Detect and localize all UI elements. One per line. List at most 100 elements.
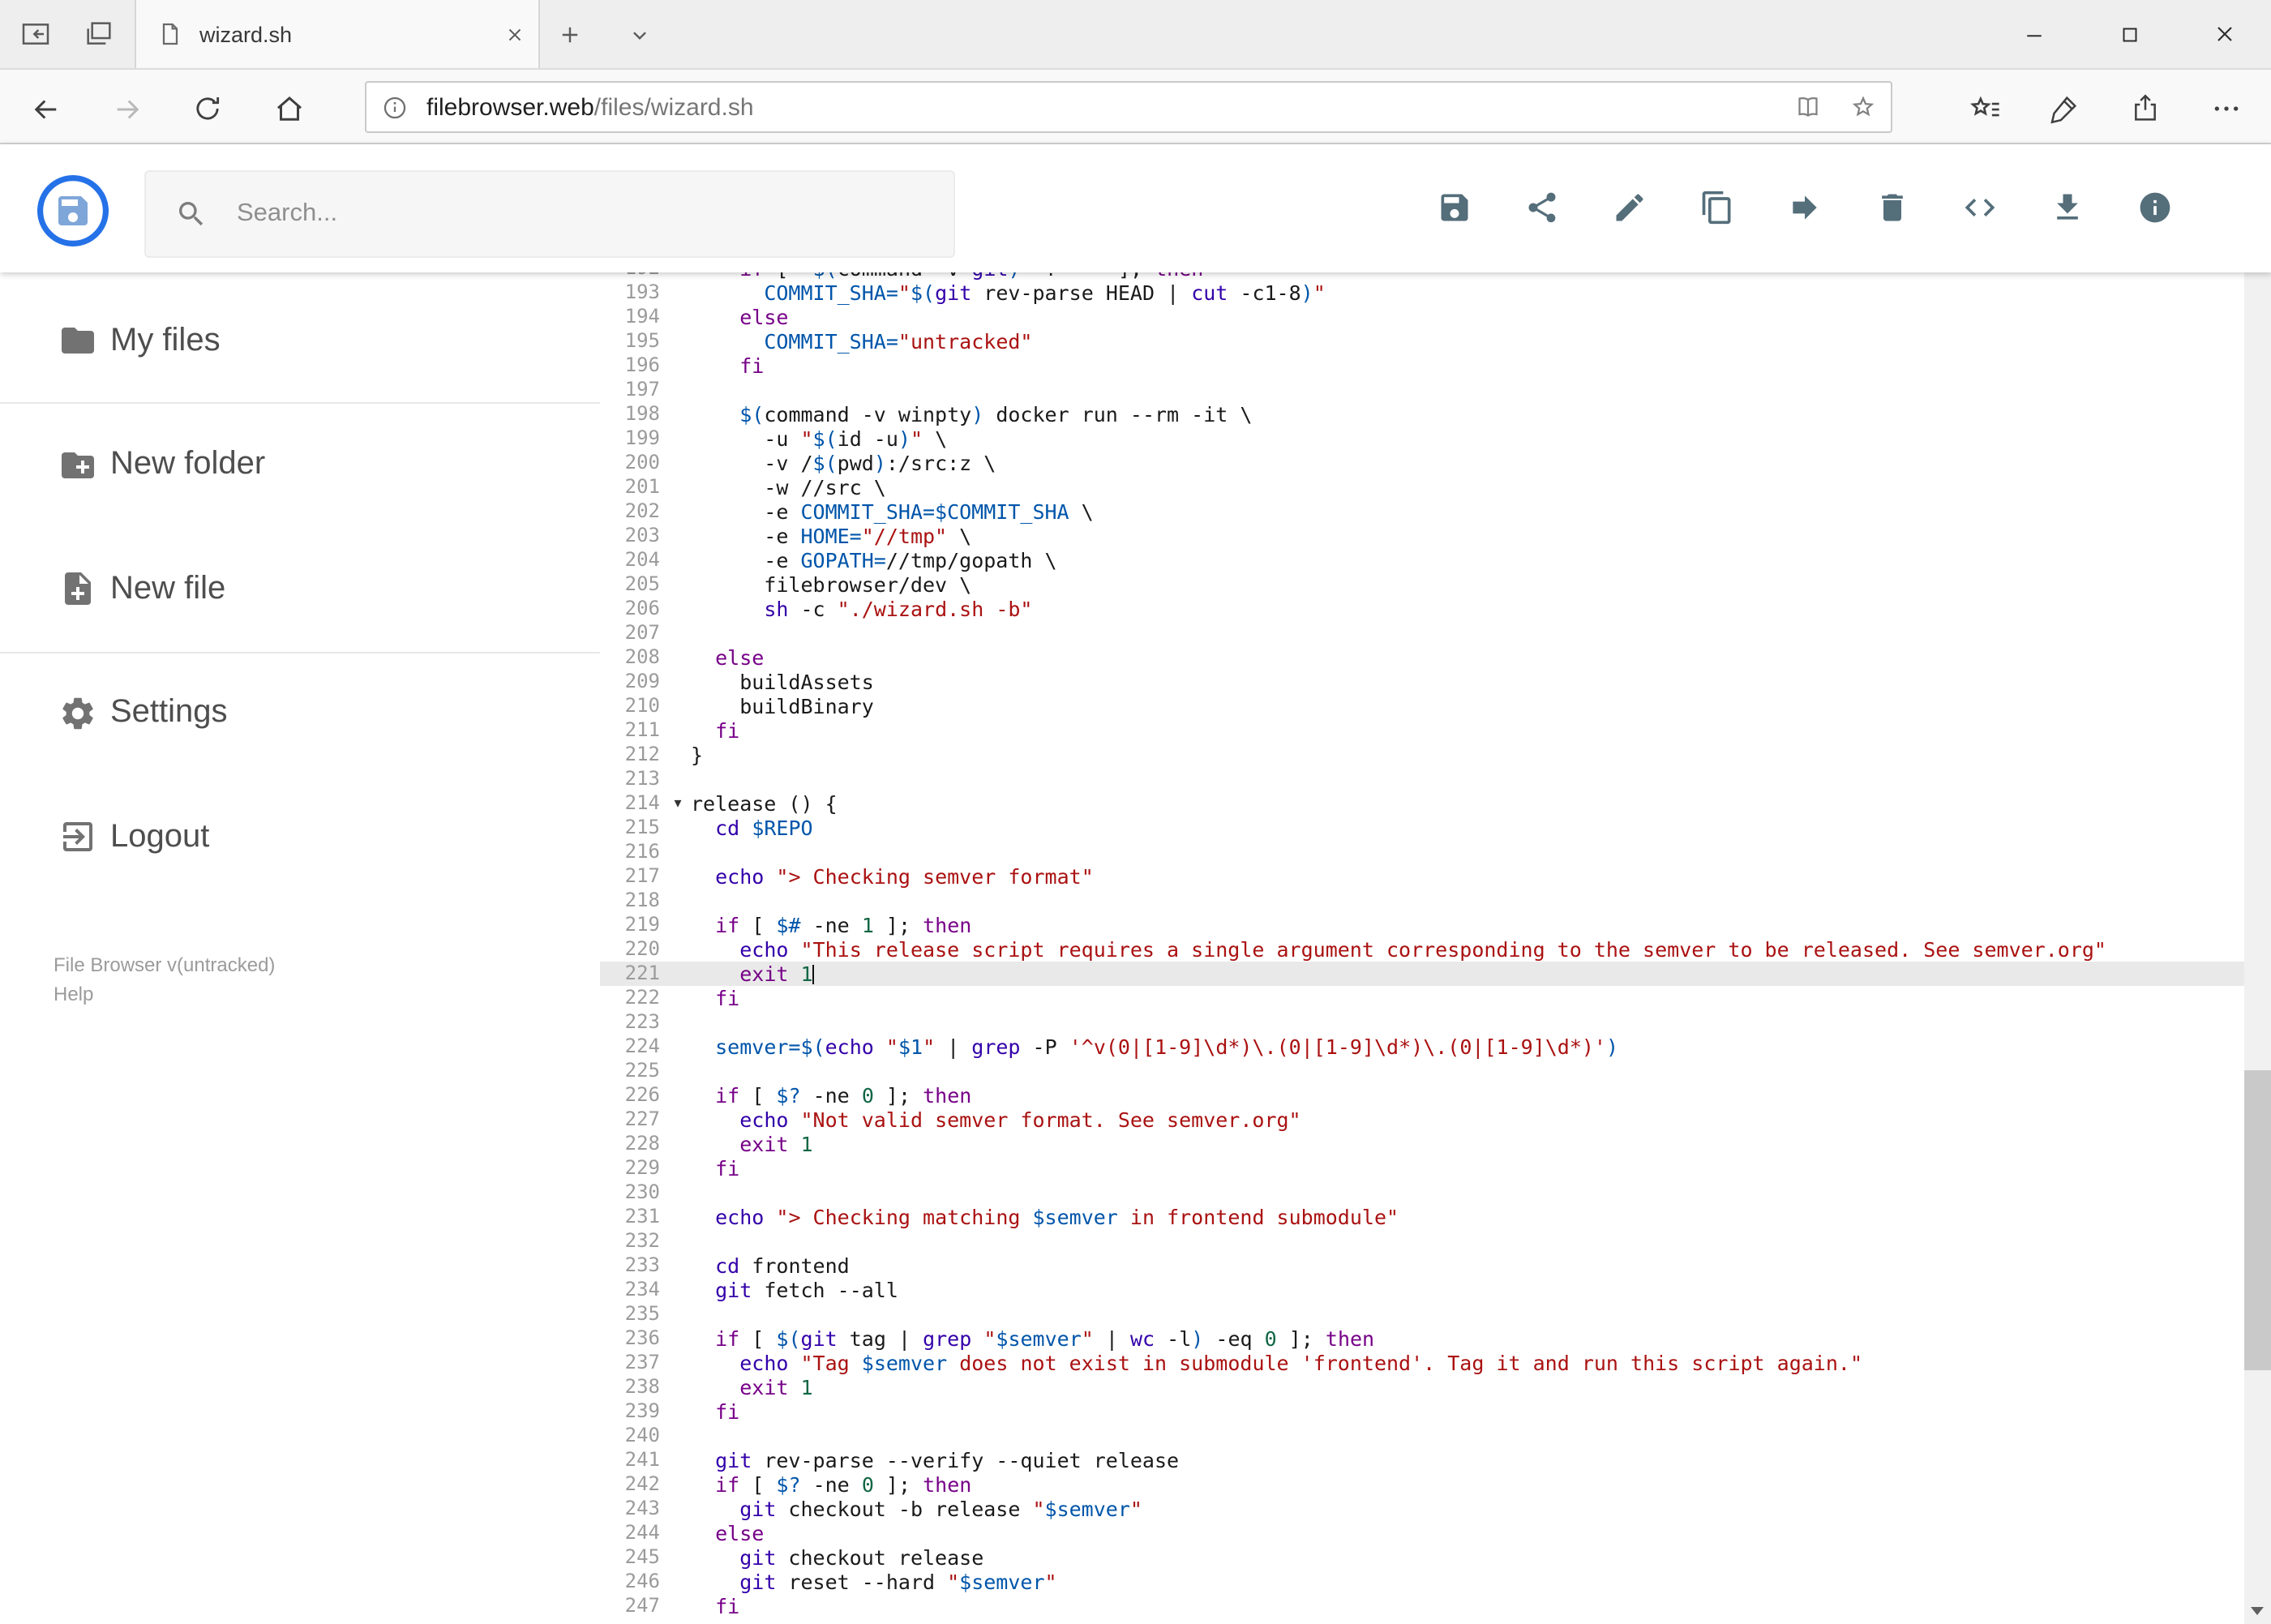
code-line[interactable]: 216 <box>600 840 2243 864</box>
code-line[interactable]: 207 <box>600 621 2243 645</box>
code-line[interactable]: 226 if [ $? -ne 0 ]; then <box>600 1083 2243 1108</box>
code-line[interactable]: 201 -w //src \ <box>600 475 2243 499</box>
annotate-button[interactable] <box>2032 89 2097 128</box>
line-number: 193 <box>624 281 660 303</box>
code-line[interactable]: 241 git rev-parse --verify --quiet relea… <box>600 1448 2243 1472</box>
download-button[interactable] <box>2050 190 2085 225</box>
refresh-button[interactable] <box>175 89 240 128</box>
back-button[interactable] <box>13 89 78 128</box>
share-button[interactable] <box>1524 190 1560 225</box>
save-button[interactable] <box>1437 190 1472 225</box>
copy-button[interactable] <box>1699 190 1735 225</box>
browser-tab[interactable]: wizard.sh <box>135 0 540 68</box>
favorite-star-button[interactable] <box>1836 83 1891 131</box>
set-tabs-aside-button[interactable] <box>19 18 52 50</box>
code-line[interactable]: 212} <box>600 743 2243 767</box>
code-line[interactable]: 196 fi <box>600 354 2243 378</box>
code-line[interactable]: 238 exit 1 <box>600 1375 2243 1399</box>
code-line[interactable]: 235 <box>600 1302 2243 1326</box>
code-line[interactable]: 237 echo "Tag $semver does not exist in … <box>600 1351 2243 1375</box>
code-line[interactable]: 246 git reset --hard "$semver" <box>600 1570 2243 1594</box>
code-line[interactable]: 195 COMMIT_SHA="untracked" <box>600 329 2243 354</box>
code-line[interactable]: 213 <box>600 767 2243 791</box>
minimize-button[interactable] <box>1993 0 2074 68</box>
code-line[interactable]: 221 exit 1 <box>600 962 2243 986</box>
code-line[interactable]: 203 -e HOME="//tmp" \ <box>600 524 2243 548</box>
code-line[interactable]: 230 <box>600 1181 2243 1205</box>
move-button[interactable] <box>1787 190 1823 225</box>
sidebar-item-logout[interactable]: Logout <box>0 798 600 876</box>
scroll-down-button[interactable] <box>2243 1596 2271 1624</box>
code-line[interactable]: 192 if [ "$(command -v git)" != "" ]; th… <box>600 272 2243 281</box>
code-line[interactable]: 209 buildAssets <box>600 670 2243 694</box>
tab-close-button[interactable] <box>490 10 538 58</box>
home-button[interactable] <box>256 89 321 128</box>
help-link[interactable]: Help <box>54 983 93 1005</box>
hub-button[interactable] <box>1952 89 2017 128</box>
forward-button[interactable] <box>94 89 159 128</box>
code-line[interactable]: 223 <box>600 1010 2243 1035</box>
code-line[interactable]: 242 if [ $? -ne 0 ]; then <box>600 1472 2243 1497</box>
site-info-icon[interactable] <box>381 93 409 121</box>
more-menu-button[interactable] <box>2194 89 2259 128</box>
code-line[interactable]: 244 else <box>600 1521 2243 1545</box>
share-page-button[interactable] <box>2113 89 2178 128</box>
code-line[interactable]: 206 sh -c "./wizard.sh -b" <box>600 597 2243 621</box>
sidebar-item-new-folder[interactable]: New folder <box>0 426 600 503</box>
code-line[interactable]: 193 COMMIT_SHA="$(git rev-parse HEAD | c… <box>600 281 2243 305</box>
delete-button[interactable] <box>1875 190 1910 225</box>
code-editor[interactable]: 192 if [ "$(command -v git)" != "" ]; th… <box>600 272 2243 1624</box>
sidebar-item-new-file[interactable]: New file <box>0 550 600 628</box>
tab-preview-toggle-button[interactable] <box>626 18 658 50</box>
code-line[interactable]: 208 else <box>600 645 2243 670</box>
code-line[interactable]: 232 <box>600 1229 2243 1253</box>
tabs-set-aside-list-button[interactable] <box>83 18 115 50</box>
code-line[interactable]: 218 <box>600 889 2243 913</box>
code-view-button[interactable] <box>1962 190 1998 225</box>
code-line[interactable]: 219 if [ $# -ne 1 ]; then <box>600 913 2243 937</box>
search-box[interactable] <box>144 170 955 258</box>
code-line[interactable]: 225 <box>600 1059 2243 1083</box>
sidebar-item-my-files[interactable]: My files <box>0 302 600 379</box>
code-line[interactable]: 200 -v /$(pwd):/src:z \ <box>600 451 2243 475</box>
code-line[interactable]: 227 echo "Not valid semver format. See s… <box>600 1108 2243 1132</box>
code-line[interactable]: 204 -e GOPATH=//tmp/gopath \ <box>600 548 2243 572</box>
code-line[interactable]: 234 git fetch --all <box>600 1278 2243 1302</box>
scrollbar-thumb[interactable] <box>2243 1070 2271 1370</box>
code-line[interactable]: 220 echo "This release script requires a… <box>600 937 2243 962</box>
code-line[interactable]: 224 semver=$(echo "$1" | grep -P '^v(0|[… <box>600 1035 2243 1059</box>
code-line[interactable]: 210 buildBinary <box>600 694 2243 718</box>
address-bar[interactable]: filebrowser.web/files/wizard.sh <box>365 81 1892 133</box>
code-line[interactable]: 231 echo "> Checking matching $semver in… <box>600 1205 2243 1229</box>
code-line[interactable]: 211 fi <box>600 718 2243 743</box>
code-line[interactable]: 217 echo "> Checking semver format" <box>600 864 2243 889</box>
sidebar-item-settings[interactable]: Settings <box>0 674 600 752</box>
code-line[interactable]: 247 fi <box>600 1594 2243 1618</box>
code-line[interactable]: 228 exit 1 <box>600 1132 2243 1156</box>
close-window-button[interactable] <box>2184 0 2265 68</box>
code-line[interactable]: 236 if [ $(git tag | grep "$semver" | wc… <box>600 1326 2243 1351</box>
code-line[interactable]: 215 cd $REPO <box>600 816 2243 840</box>
code-line[interactable]: 205 filebrowser/dev \ <box>600 572 2243 597</box>
code-line[interactable]: 199 -u "$(id -u)" \ <box>600 426 2243 451</box>
search-input[interactable] <box>234 198 856 230</box>
reading-view-button[interactable] <box>1780 83 1836 131</box>
new-tab-button[interactable] <box>556 18 589 50</box>
code-line[interactable]: 229 fi <box>600 1156 2243 1181</box>
code-line[interactable]: 239 fi <box>600 1399 2243 1424</box>
code-line[interactable]: 198 $(command -v winpty) docker run --rm… <box>600 402 2243 426</box>
code-line[interactable]: 202 -e COMMIT_SHA=$COMMIT_SHA \ <box>600 499 2243 524</box>
code-line[interactable]: 233 cd frontend <box>600 1253 2243 1278</box>
code-line[interactable]: 245 git checkout release <box>600 1545 2243 1570</box>
code-line[interactable]: 222 fi <box>600 986 2243 1010</box>
rename-button[interactable] <box>1612 190 1648 225</box>
fold-arrow-icon[interactable]: ▾ <box>665 791 691 816</box>
vertical-scrollbar[interactable] <box>2243 144 2271 1624</box>
code-line[interactable]: 243 git checkout -b release "$semver" <box>600 1497 2243 1521</box>
maximize-button[interactable] <box>2089 0 2170 68</box>
code-line[interactable]: 240 <box>600 1424 2243 1448</box>
code-line[interactable]: 214 ▾ release () { <box>600 791 2243 816</box>
code-line[interactable]: 197 <box>600 378 2243 402</box>
code-line[interactable]: 194 else <box>600 305 2243 329</box>
info-button[interactable] <box>2137 190 2173 225</box>
